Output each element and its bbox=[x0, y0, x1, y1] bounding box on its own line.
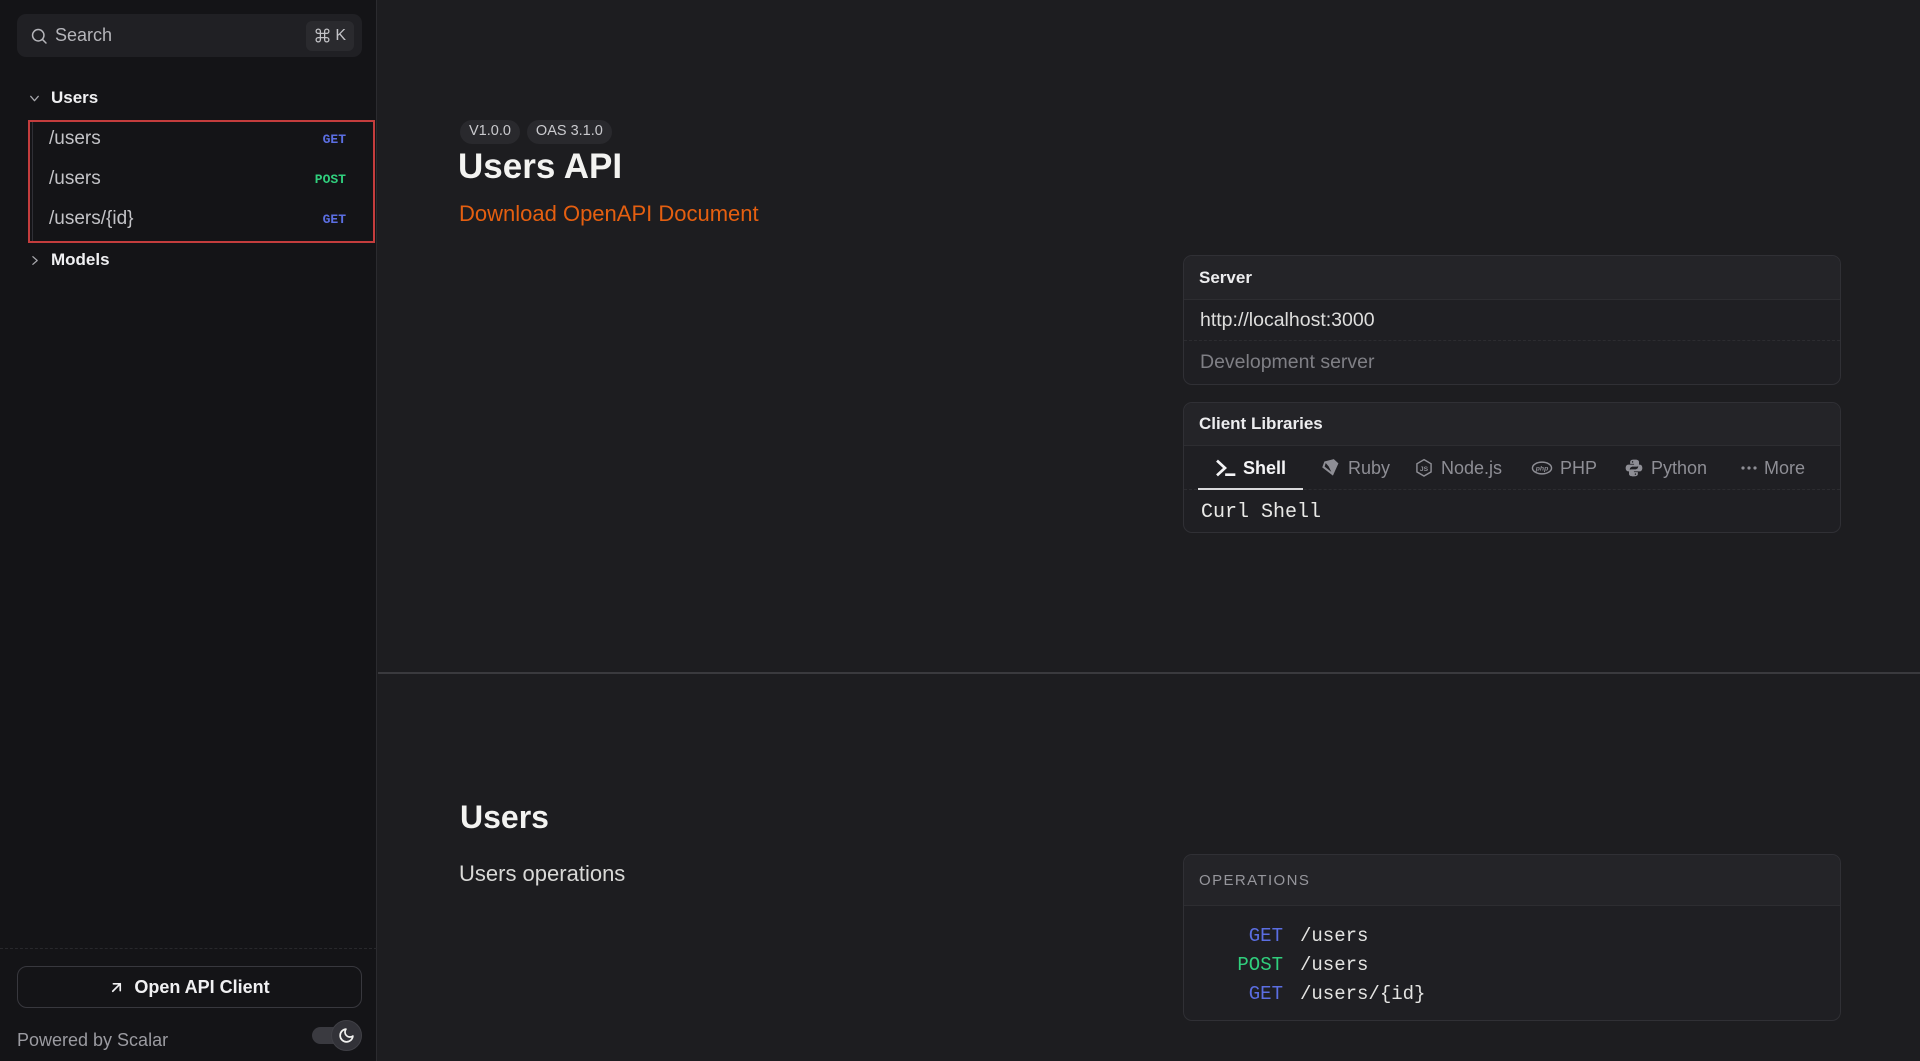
svg-text:php: php bbox=[1535, 466, 1548, 473]
svg-text:JS: JS bbox=[1420, 466, 1429, 473]
